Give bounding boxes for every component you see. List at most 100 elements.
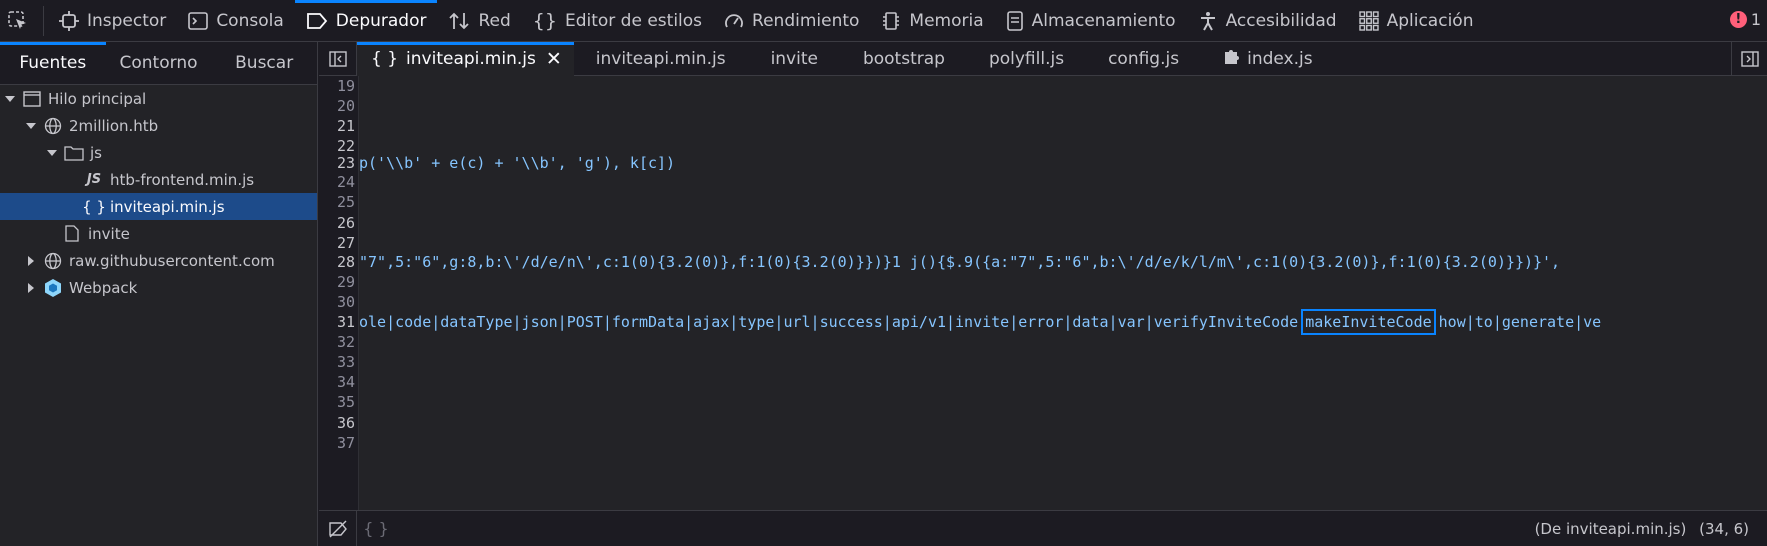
- pretty-print-button[interactable]: { }: [357, 511, 395, 546]
- tab-label: Inspector: [87, 10, 167, 31]
- tab-storage[interactable]: Almacenamiento: [995, 0, 1187, 42]
- line-number: 34: [336, 373, 355, 391]
- tab-application[interactable]: Aplicación: [1348, 0, 1485, 42]
- collapsed-arrow-icon: [23, 253, 39, 269]
- tab-memory[interactable]: Memoria: [870, 0, 994, 42]
- editor-tab-config[interactable]: config.js: [1086, 42, 1201, 76]
- tab-label: Editor de estilos: [564, 10, 703, 31]
- tab-accessibility[interactable]: Accesibilidad: [1187, 0, 1348, 42]
- tab-network[interactable]: Red: [437, 0, 521, 42]
- editor-tab-inviteapi-pretty[interactable]: { } inviteapi.min.js ✕: [357, 41, 574, 76]
- tree-thread[interactable]: Hilo principal: [0, 85, 317, 112]
- tree-label: 2million.htb: [69, 116, 159, 135]
- tree-domain-2million[interactable]: 2million.htb: [0, 112, 317, 139]
- search-match-highlight: makeInviteCode: [1301, 309, 1436, 335]
- line-number: 25: [336, 193, 355, 211]
- tree-file-inviteapi[interactable]: { } inviteapi.min.js: [0, 193, 317, 220]
- line-number: 36: [336, 414, 355, 432]
- line-number: 30: [336, 293, 355, 311]
- line-number: 26: [336, 214, 355, 232]
- sources-pane: Fuentes Contorno Buscar Hilo principal 2…: [0, 42, 318, 546]
- editor-tab-index[interactable]: index.js: [1201, 42, 1335, 76]
- line-number: 31: [336, 313, 355, 331]
- tree-domain-githubusercontent[interactable]: raw.githubusercontent.com: [0, 247, 317, 274]
- tab-performance[interactable]: Rendimiento: [713, 0, 870, 42]
- code-line: 30: [319, 292, 355, 312]
- console-icon: [188, 11, 209, 30]
- tab-debugger[interactable]: Depurador: [294, 0, 438, 42]
- tab-search[interactable]: Buscar: [211, 42, 317, 84]
- editor-tabs: { } inviteapi.min.js ✕ inviteapi.min.js …: [319, 41, 1767, 76]
- tree-label: Webpack: [69, 278, 138, 297]
- tree-label: Hilo principal: [48, 89, 147, 108]
- toggle-breakpoints-button[interactable]: [319, 510, 357, 546]
- code-text: ole|code|dataType|json|POST|formData|aja…: [359, 309, 1601, 335]
- toggle-debugger-sidebar-button[interactable]: [1731, 42, 1767, 76]
- editor-status-bar: { } (De inviteapi.min.js) (34, 6): [319, 510, 1767, 546]
- editor-tab-inviteapi[interactable]: inviteapi.min.js: [574, 42, 748, 76]
- debugger-icon: [306, 12, 327, 29]
- code-segment: ole|code|dataType|json|POST|formData|aja…: [359, 313, 1299, 331]
- accessibility-icon: [1200, 11, 1215, 30]
- tab-label: Rendimiento: [752, 10, 860, 31]
- code-line: 36: [319, 413, 355, 433]
- tree-label: invite: [88, 224, 130, 243]
- tab-sources[interactable]: Fuentes: [0, 42, 106, 84]
- editor-pane: { } inviteapi.min.js ✕ inviteapi.min.js …: [319, 41, 1767, 546]
- error-count: 1: [1750, 10, 1761, 29]
- line-number: 37: [336, 434, 355, 452]
- devtools-toolbar: Inspector Consola Depurador Red {} Edito…: [0, 0, 1767, 42]
- line-number: 20: [336, 97, 355, 115]
- code-line: 26: [319, 213, 355, 233]
- expanded-arrow-icon: [23, 118, 39, 134]
- storage-icon: [1006, 10, 1023, 31]
- tab-label: Consola: [216, 10, 284, 31]
- tree-file-invite[interactable]: invite: [0, 220, 317, 247]
- tree-folder-js[interactable]: js: [0, 139, 317, 166]
- inspector-icon: [59, 10, 79, 31]
- style-editor-icon: {}: [532, 9, 557, 32]
- extension-icon: [1223, 47, 1241, 70]
- editor-tab-bootstrap[interactable]: bootstrap: [841, 42, 967, 76]
- line-number: 32: [336, 333, 355, 351]
- code-text: p('\\b' + e(c) + '\\b', 'g'), k[c]): [359, 154, 676, 172]
- code-line: 33: [319, 352, 355, 372]
- pretty-print-file-icon: { }: [82, 197, 106, 216]
- tab-outline[interactable]: Contorno: [106, 42, 212, 84]
- javascript-file-icon: JS: [86, 172, 102, 187]
- webpack-icon: [43, 278, 63, 298]
- code-line: 29: [319, 272, 355, 292]
- code-line: 28 "7",5:"6",g:8,b:\'/d/e/n\',c:1(0){3.2…: [319, 252, 1560, 272]
- error-count-badge[interactable]: ! 1: [1729, 10, 1761, 29]
- line-number: 28: [336, 253, 355, 271]
- editor-tab-label: inviteapi.min.js: [406, 48, 536, 69]
- code-line: 23 p('\\b' + e(c) + '\\b', 'g'), k[c]): [319, 153, 675, 173]
- editor-tab-invite[interactable]: invite: [748, 42, 841, 76]
- tab-style-editor[interactable]: {} Editor de estilos: [522, 0, 713, 42]
- sources-tree: Hilo principal 2million.htb js JS htb-fr…: [0, 85, 317, 301]
- toggle-sources-sidebar-button[interactable]: [319, 41, 357, 76]
- editor-tab-polyfill[interactable]: polyfill.js: [967, 42, 1086, 76]
- tab-label: Aplicación: [1386, 10, 1474, 31]
- element-picker-button[interactable]: [0, 5, 44, 36]
- code-line: 24: [319, 172, 355, 192]
- code-view[interactable]: 19 20 21 22 23 p('\\b' + e(c) + '\\b', '…: [319, 76, 1767, 510]
- tree-webpack[interactable]: Webpack: [0, 274, 317, 301]
- tree-file-htb-frontend[interactable]: JS htb-frontend.min.js: [0, 166, 317, 193]
- sidebar-toggle-icon: [328, 50, 347, 67]
- globe-icon: [43, 251, 63, 271]
- close-icon[interactable]: ✕: [546, 48, 562, 70]
- expanded-arrow-icon: [2, 91, 18, 107]
- code-line: 21: [319, 116, 355, 136]
- tab-console[interactable]: Consola: [177, 0, 294, 42]
- tree-label: js: [90, 143, 102, 162]
- tab-inspector[interactable]: Inspector: [48, 0, 177, 42]
- source-link[interactable]: (De inviteapi.min.js): [1535, 520, 1687, 538]
- pick-element-icon: [7, 10, 26, 29]
- code-line: 37: [319, 433, 355, 453]
- code-line: 27: [319, 233, 355, 253]
- tree-label: raw.githubusercontent.com: [69, 251, 275, 270]
- disable-breakpoints-icon: [328, 520, 347, 537]
- line-number: 29: [336, 273, 355, 291]
- code-line: 35: [319, 392, 355, 412]
